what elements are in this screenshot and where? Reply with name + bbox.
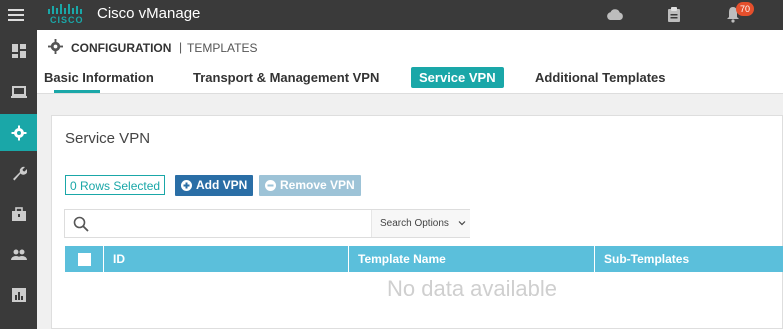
search-bar[interactable]: Search Options <box>64 209 470 238</box>
notification-badge: 70 <box>736 2 754 16</box>
column-template-name[interactable]: Template Name <box>348 246 594 272</box>
sidebar-item-maintenance[interactable] <box>0 195 37 232</box>
search-input[interactable] <box>97 213 369 236</box>
app-title: Cisco vManage <box>97 5 201 22</box>
page-header: CONFIGURATION | TEMPLATES <box>37 30 783 64</box>
sidebar-item-monitor[interactable] <box>0 73 37 110</box>
column-sub-templates[interactable]: Sub-Templates <box>594 246 783 272</box>
column-id[interactable]: ID <box>103 246 348 272</box>
search-options-label: Search Options <box>380 218 449 229</box>
top-bar: CISCO Cisco vManage 70 <box>0 0 783 30</box>
sidebar-item-configuration[interactable] <box>0 114 37 151</box>
tab-service-vpn[interactable]: Service VPN <box>411 67 504 88</box>
chevron-down-icon <box>458 221 466 226</box>
tabs-bar: Basic Information Transport & Management… <box>37 63 783 94</box>
search-options-dropdown[interactable]: Search Options <box>371 210 470 237</box>
rows-selected-badge: 0 Rows Selected <box>65 175 166 195</box>
breadcrumb-separator: | <box>179 40 183 54</box>
tools-icon <box>12 166 27 180</box>
dashboard-icon <box>11 43 26 58</box>
select-all-checkbox[interactable] <box>77 252 91 266</box>
analytics-icon <box>11 287 26 302</box>
logo-text: CISCO <box>50 15 84 25</box>
tab-transport-management-vpn[interactable]: Transport & Management VPN <box>193 67 379 88</box>
panel-title: Service VPN <box>65 130 151 147</box>
sidebar-item-administration[interactable] <box>0 236 37 273</box>
search-icon <box>73 216 89 232</box>
sidebar-item-tools[interactable] <box>0 154 37 191</box>
table-header: ID Template Name Sub-Templates <box>65 246 783 272</box>
sidebar-item-dashboard[interactable] <box>0 32 37 69</box>
tab-indicator <box>54 90 100 93</box>
select-all-checkbox-cell <box>65 246 103 272</box>
tab-additional-templates[interactable]: Additional Templates <box>535 67 666 88</box>
sidebar-item-analytics[interactable] <box>0 276 37 313</box>
breadcrumb-section: CONFIGURATION <box>71 41 172 55</box>
breadcrumb-subsection[interactable]: TEMPLATES <box>187 41 257 55</box>
service-vpn-panel: Service VPN 0 Rows Selected Add VPN Remo… <box>51 115 783 329</box>
tab-basic-information[interactable]: Basic Information <box>44 67 154 88</box>
gear-icon <box>48 39 63 54</box>
sidebar <box>0 30 37 329</box>
add-vpn-button[interactable]: Add VPN <box>175 175 254 196</box>
remove-vpn-label: Remove VPN <box>280 178 355 192</box>
cloud-icon[interactable] <box>606 8 624 21</box>
configuration-icon <box>11 125 26 140</box>
minus-icon <box>265 180 276 191</box>
remove-vpn-button[interactable]: Remove VPN <box>259 175 361 196</box>
menu-icon[interactable] <box>0 0 32 30</box>
monitor-icon <box>10 85 27 98</box>
clipboard-icon[interactable] <box>667 6 681 23</box>
plus-icon <box>181 180 192 191</box>
administration-icon <box>10 249 27 260</box>
maintenance-icon <box>11 206 26 221</box>
cisco-logo: CISCO <box>44 3 90 27</box>
add-vpn-label: Add VPN <box>196 178 248 192</box>
empty-state-text: No data available <box>387 276 558 301</box>
